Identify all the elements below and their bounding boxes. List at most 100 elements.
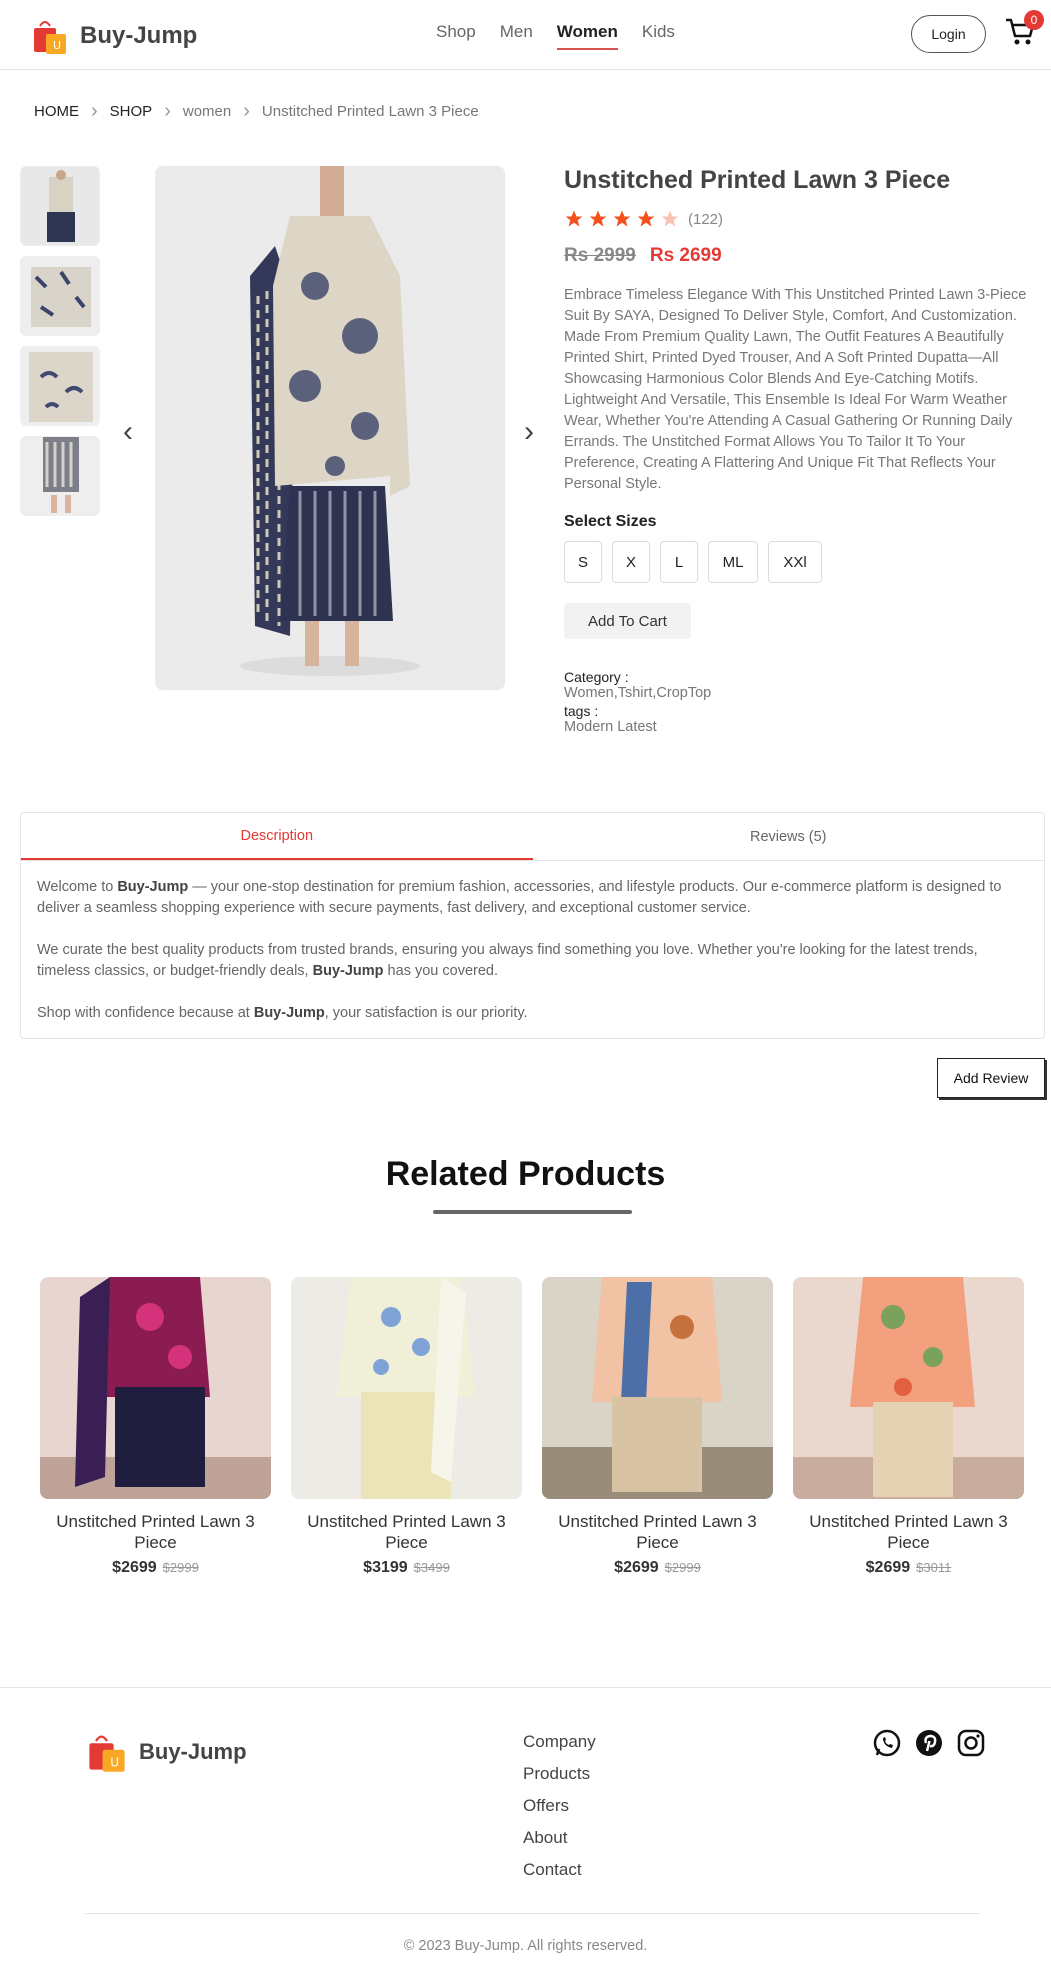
product-card-old-price: $2999 (664, 1560, 701, 1575)
tab-content: Welcome to Buy-Jump — your one-stop dest… (21, 861, 1044, 1061)
footer-links: Company Products Offers About Contact (523, 1732, 596, 1892)
product-card[interactable]: Unstitched Printed Lawn 3 Piece $2699 $30… (793, 1277, 1024, 1577)
description-paragraph-1: Welcome to Buy-Jump — your one-stop dest… (37, 879, 1002, 916)
product-card-image[interactable] (793, 1277, 1024, 1499)
sizes-label: Select Sizes (564, 513, 657, 530)
brand-name: Buy-Jump (80, 22, 198, 49)
product-card[interactable]: Unstitched Printed Lawn 3 Piece $2699 $29… (40, 1277, 271, 1577)
nav-kids[interactable]: Kids (642, 22, 675, 50)
category-label: Category : (564, 669, 629, 685)
size-options: S X L ML XXl (564, 541, 1044, 583)
footer-link-contact[interactable]: Contact (523, 1860, 596, 1880)
next-image-arrow[interactable]: › (519, 417, 539, 447)
description-paragraph-2: We curate the best quality products from… (37, 942, 978, 979)
cart-button[interactable]: 0 (1004, 10, 1044, 50)
size-option-s[interactable]: S (564, 541, 602, 583)
prev-image-arrow[interactable]: ‹ (118, 417, 138, 447)
product-card-name[interactable]: Unstitched Printed Lawn 3 Piece (793, 1511, 1024, 1553)
product-card-image[interactable] (542, 1277, 773, 1499)
thumbnail-1[interactable] (20, 166, 100, 246)
nav-women[interactable]: Women (556, 22, 618, 50)
chevron-right-icon: › (91, 100, 98, 122)
size-option-ml[interactable]: ML (708, 541, 758, 583)
old-price: Rs 2999 (564, 245, 636, 266)
thumbnail-4[interactable] (20, 436, 100, 516)
chevron-right-icon: › (243, 100, 250, 122)
main-product-image (155, 166, 505, 690)
product-card[interactable]: Unstitched Printed Lawn 3 Piece $2699 $29… (542, 1277, 773, 1577)
svg-text:U: U (53, 39, 61, 52)
add-to-cart-button[interactable]: Add To Cart (564, 603, 691, 639)
product-card-old-price: $3499 (413, 1560, 450, 1575)
new-price: Rs 2699 (649, 245, 722, 266)
product-card[interactable]: Unstitched Printed Lawn 3 Piece $3199 $34… (291, 1277, 522, 1577)
star-icon (589, 210, 607, 227)
breadcrumb-category[interactable]: women (183, 103, 231, 120)
rating-count: (122) (688, 210, 724, 228)
footer-logo[interactable]: U Buy-Jump (85, 1730, 247, 1774)
product-tabs: Description Reviews (5) Welcome to Buy-J… (20, 812, 1045, 1039)
site-header: U Buy-Jump Shop Men Women Kids Login 0 (0, 0, 1051, 70)
product-card-old-price: $2999 (162, 1560, 199, 1575)
cart-count-badge: 0 (1024, 10, 1044, 30)
shopping-bag-logo-icon: U (34, 21, 66, 54)
tab-reviews[interactable]: Reviews (5) (533, 813, 1045, 860)
add-review-button[interactable]: Add Review (937, 1058, 1045, 1098)
instagram-icon[interactable] (956, 1728, 986, 1758)
size-option-xxl[interactable]: XXl (768, 541, 822, 583)
star-icon (637, 210, 655, 227)
pinterest-icon[interactable] (914, 1728, 944, 1758)
tab-bar: Description Reviews (5) (21, 813, 1044, 861)
thumbnail-2[interactable] (20, 256, 100, 336)
breadcrumb-current: Unstitched Printed Lawn 3 Piece (261, 102, 479, 120)
login-button[interactable]: Login (911, 15, 986, 53)
site-footer: U Buy-Jump Company Products Offers About… (0, 1687, 1051, 1977)
title-underline (433, 1210, 632, 1214)
price-block: Rs 2999 Rs 2699 (564, 245, 1044, 267)
product-card-old-price: $3011 (916, 1560, 952, 1575)
chevron-right-icon: › (164, 100, 171, 122)
product-description: Embrace Timeless Elegance With This Unst… (564, 287, 1027, 492)
whatsapp-icon[interactable] (872, 1728, 902, 1758)
related-products-title: Related Products (385, 1155, 666, 1193)
breadcrumb-shop[interactable]: SHOP (110, 103, 153, 120)
product-card-image[interactable] (40, 1277, 271, 1499)
breadcrumb-home[interactable]: HOME (34, 103, 79, 120)
product-card-name[interactable]: Unstitched Printed Lawn 3 Piece (40, 1511, 271, 1553)
logo[interactable]: U Buy-Jump (30, 16, 197, 56)
footer-link-company[interactable]: Company (523, 1732, 596, 1752)
product-title: Unstitched Printed Lawn 3 Piece (564, 166, 951, 194)
product-card-image[interactable] (291, 1277, 522, 1499)
product-card-price: $3199 $3499 (363, 1559, 450, 1576)
footer-link-products[interactable]: Products (523, 1764, 596, 1784)
nav-men[interactable]: Men (500, 22, 533, 50)
footer-link-offers[interactable]: Offers (523, 1796, 596, 1816)
thumbnail-3[interactable] (20, 346, 100, 426)
tab-description[interactable]: Description (21, 813, 533, 860)
main-nav: Shop Men Women Kids (436, 22, 675, 50)
footer-brand-name: Buy-Jump (139, 1739, 247, 1764)
star-empty-icon (661, 210, 679, 227)
size-option-l[interactable]: L (660, 541, 698, 583)
footer-link-about[interactable]: About (523, 1828, 596, 1848)
svg-text:U: U (110, 1755, 119, 1769)
product-card-price: $2699 $3011 (865, 1559, 952, 1576)
breadcrumb: HOME › SHOP › women › Unstitched Printed… (34, 101, 479, 121)
product-card-name[interactable]: Unstitched Printed Lawn 3 Piece (291, 1511, 522, 1553)
tags-value: Modern Latest (564, 719, 657, 735)
shopping-bag-logo-icon: U (89, 1735, 125, 1772)
thumbnail-list (20, 166, 100, 526)
product-card-name[interactable]: Unstitched Printed Lawn 3 Piece (542, 1511, 773, 1553)
social-links (872, 1728, 986, 1758)
product-info: Unstitched Printed Lawn 3 Piece (122) Rs… (564, 166, 1044, 737)
product-card-price: $2699 $2999 (614, 1559, 701, 1576)
category-value: Women,Tshirt,CropTop (564, 685, 712, 701)
related-products-list: Unstitched Printed Lawn 3 Piece $2699 $29… (40, 1277, 1024, 1577)
star-icon (613, 210, 631, 227)
footer-divider (85, 1913, 980, 1914)
nav-shop[interactable]: Shop (436, 22, 476, 50)
size-option-x[interactable]: X (612, 541, 650, 583)
star-icon (565, 210, 583, 227)
copyright-text: © 2023 Buy-Jump. All rights reserved. (403, 1938, 648, 1954)
tags-label: tags : (564, 703, 599, 719)
